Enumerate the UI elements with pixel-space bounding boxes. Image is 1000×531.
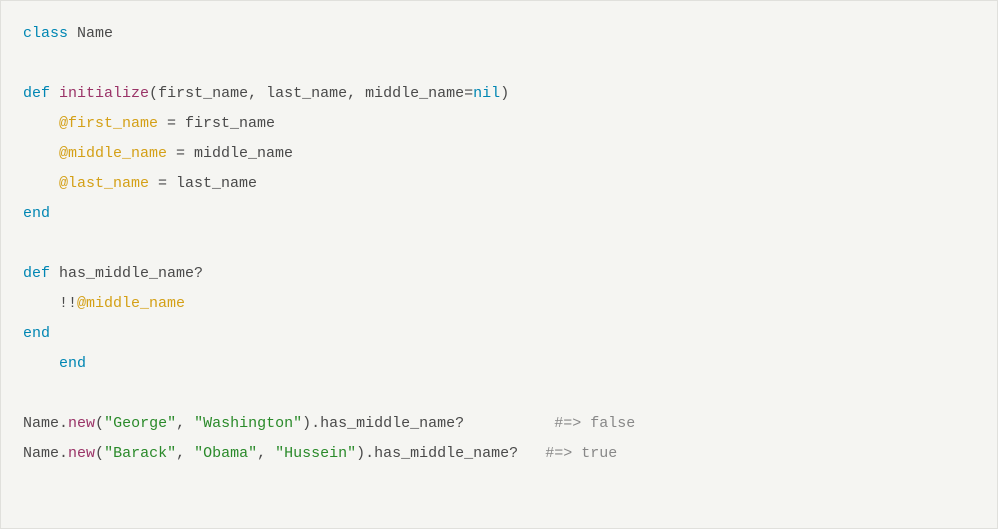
comma: ,	[347, 85, 365, 102]
param: last_name	[266, 85, 347, 102]
code-line: @middle_name = middle_name	[23, 139, 975, 169]
code-line: end	[23, 199, 975, 229]
equals: =	[464, 85, 473, 102]
param: first_name	[158, 85, 248, 102]
class-ref: Name	[23, 445, 59, 462]
spacing	[464, 415, 554, 432]
method-name: has_middle_name?	[59, 265, 203, 282]
paren-close-dot: ).	[356, 445, 374, 462]
method-call: new	[68, 445, 95, 462]
code-line: def has_middle_name?	[23, 259, 975, 289]
code-line-blank	[23, 229, 975, 259]
keyword-def: def	[23, 85, 50, 102]
string-literal: "Washington"	[194, 415, 302, 432]
code-line: def initialize(first_name, last_name, mi…	[23, 79, 975, 109]
method-call: new	[68, 415, 95, 432]
method-name: initialize	[59, 85, 149, 102]
keyword-def: def	[23, 265, 50, 282]
code-line: class Name	[23, 19, 975, 49]
dot: .	[59, 415, 68, 432]
method-call: has_middle_name?	[320, 415, 464, 432]
code-block[interactable]: class Name def initialize(first_name, la…	[0, 0, 998, 529]
double-bang: !!	[59, 295, 77, 312]
code-line: Name.new("Barack", "Obama", "Hussein").h…	[23, 439, 975, 469]
instance-var: @middle_name	[59, 145, 167, 162]
keyword-end: end	[23, 325, 50, 342]
comment: #=> false	[554, 415, 635, 432]
code-line: @last_name = last_name	[23, 169, 975, 199]
keyword-end: end	[59, 355, 86, 372]
method-call: has_middle_name?	[374, 445, 518, 462]
param: middle_name	[365, 85, 464, 102]
equals: =	[158, 115, 185, 132]
comma: ,	[257, 445, 275, 462]
identifier: first_name	[185, 115, 275, 132]
instance-var: @middle_name	[77, 295, 185, 312]
paren-open: (	[149, 85, 158, 102]
code-line: end	[23, 349, 975, 379]
string-literal: "George"	[104, 415, 176, 432]
code-content: class Name def initialize(first_name, la…	[1, 1, 997, 487]
instance-var: @first_name	[59, 115, 158, 132]
code-line: !!@middle_name	[23, 289, 975, 319]
string-literal: "Hussein"	[275, 445, 356, 462]
keyword-end: end	[23, 205, 50, 222]
equals: =	[149, 175, 176, 192]
code-line: end	[23, 319, 975, 349]
identifier: middle_name	[194, 145, 293, 162]
string-literal: "Barack"	[104, 445, 176, 462]
code-line-blank	[23, 379, 975, 409]
comma: ,	[248, 85, 266, 102]
paren-open: (	[95, 445, 104, 462]
spacing	[518, 445, 545, 462]
comment: #=> true	[545, 445, 617, 462]
code-line-blank	[23, 49, 975, 79]
paren-close: )	[500, 85, 509, 102]
paren-open: (	[95, 415, 104, 432]
class-name: Name	[77, 25, 113, 42]
code-line: Name.new("George", "Washington").has_mid…	[23, 409, 975, 439]
equals: =	[167, 145, 194, 162]
nil-literal: nil	[473, 85, 500, 102]
string-literal: "Obama"	[194, 445, 257, 462]
dot: .	[59, 445, 68, 462]
keyword-class: class	[23, 25, 68, 42]
paren-close-dot: ).	[302, 415, 320, 432]
class-ref: Name	[23, 415, 59, 432]
identifier: last_name	[176, 175, 257, 192]
instance-var: @last_name	[59, 175, 149, 192]
comma: ,	[176, 415, 194, 432]
comma: ,	[176, 445, 194, 462]
code-line: @first_name = first_name	[23, 109, 975, 139]
